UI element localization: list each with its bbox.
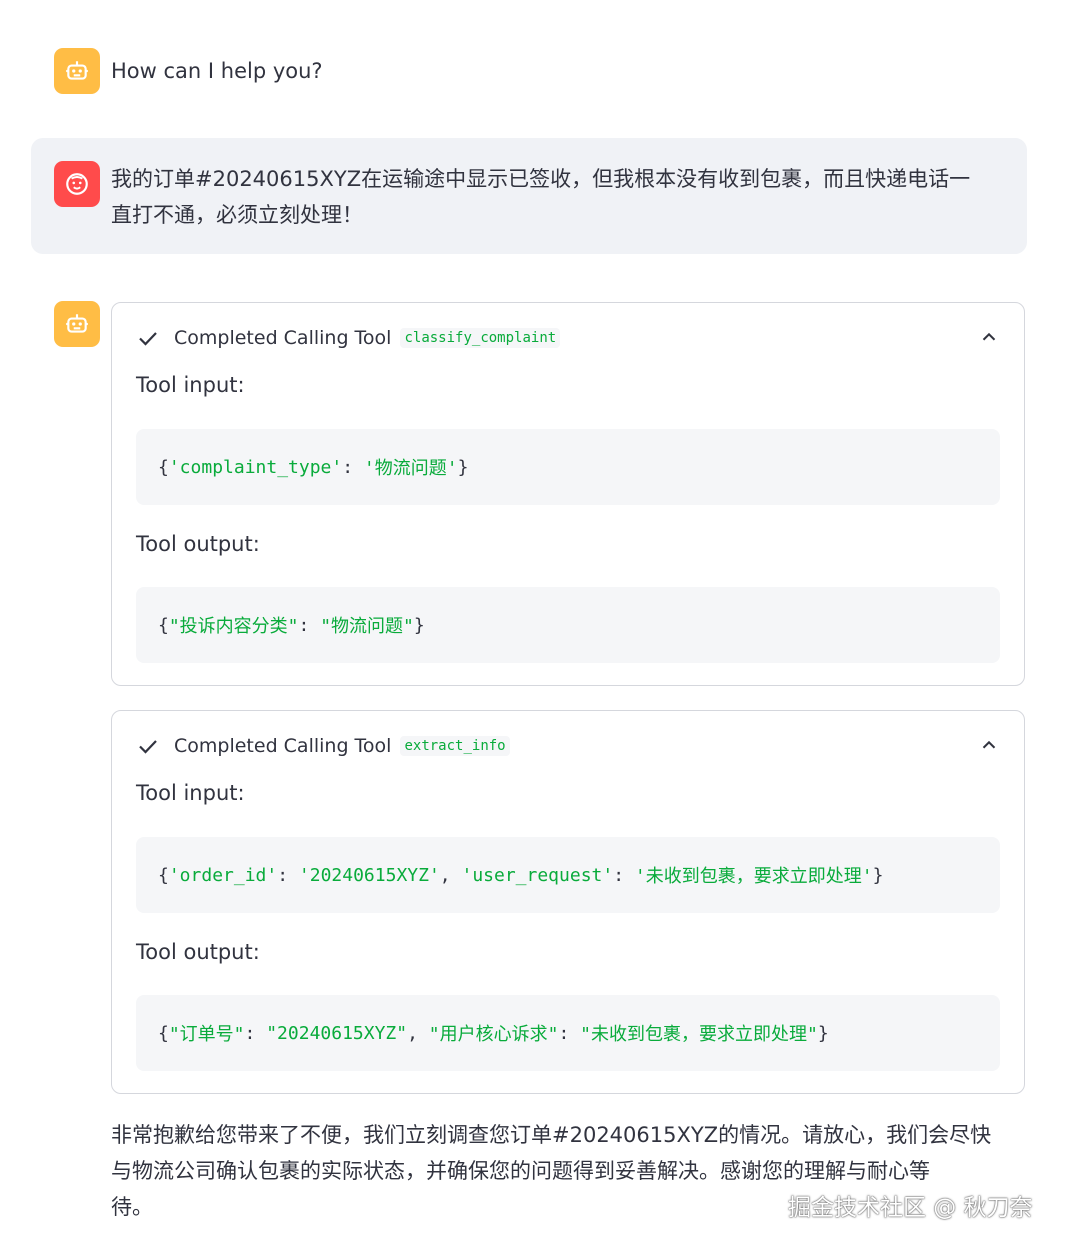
chevron-up-icon[interactable] [978, 734, 1000, 756]
tool-input-label: Tool input: [136, 781, 245, 805]
code-token: : [613, 864, 635, 886]
reply-line: 非常抱歉给您带来了不便，我们立刻调查您订单#20240615XYZ的情况。请放心… [111, 1123, 992, 1147]
code-token: : [277, 864, 299, 886]
tool-name: extract_info [400, 736, 510, 756]
check-icon [139, 332, 157, 346]
tool-output-code: {"投诉内容分类": "物流问题"} [136, 587, 1000, 663]
code-token: , [407, 1022, 429, 1044]
tool-output-label: Tool output: [136, 532, 260, 556]
code-value: '20240615XYZ' [298, 864, 440, 886]
tool-output-code: {"订单号": "20240615XYZ", "用户核心诉求": "未收到包裹，… [136, 995, 1000, 1071]
user-message-line: 直打不通，必须立刻处理！ [111, 203, 363, 227]
tool-card-classify-complaint: Completed Calling Tool classify_complain… [111, 302, 1025, 686]
user-message-text: 我的订单#20240615XYZ在运输途中显示已签收，但我根本没有收到包裹，而且… [111, 161, 1011, 233]
user-message-line: 我的订单#20240615XYZ在运输途中显示已签收，但我根本没有收到包裹，而且… [111, 167, 971, 191]
code-key: 'user_request' [461, 864, 614, 886]
code-token: : [298, 614, 321, 636]
tool-card-header[interactable]: Completed Calling Tool classify_complain… [136, 323, 1000, 353]
code-key: "投诉内容分类" [168, 616, 299, 637]
code-value: "20240615XYZ" [266, 1022, 408, 1044]
code-token: { [158, 1022, 169, 1044]
tool-input-code: {'complaint_type': '物流问题'} [136, 429, 1000, 505]
tool-output-label: Tool output: [136, 940, 260, 964]
tool-input-code: {'order_id': '20240615XYZ', 'user_reques… [136, 837, 1000, 913]
code-token: } [817, 1022, 829, 1044]
code-token: } [457, 456, 469, 478]
bot-icon [66, 314, 88, 333]
code-token: : [342, 456, 364, 478]
assistant-greeting: How can I help you? [111, 59, 323, 83]
code-value: "物流问题" [320, 616, 414, 637]
code-key: 'complaint_type' [168, 456, 343, 478]
code-value: '未收到包裹，要求立即处理' [634, 866, 873, 887]
tool-name: classify_complaint [400, 328, 561, 348]
code-token: } [872, 864, 884, 886]
code-key: 'order_id' [168, 864, 278, 886]
code-token: : [244, 1022, 267, 1044]
tool-status: Completed Calling Tool [174, 327, 392, 349]
tool-status: Completed Calling Tool [174, 735, 392, 757]
code-key: "订单号" [168, 1024, 245, 1045]
tool-input-label: Tool input: [136, 373, 245, 397]
code-key: "用户核心诉求" [428, 1024, 559, 1045]
reply-line: 与物流公司确认包裹的实际状态，并确保您的问题得到妥善解决。感谢您的理解与耐心等 [111, 1159, 930, 1183]
user-avatar [54, 161, 100, 207]
assistant-avatar [54, 48, 100, 94]
tool-card-header[interactable]: Completed Calling Tool extract_info [136, 731, 1000, 761]
code-token: { [158, 456, 169, 478]
code-value: "未收到包裹，要求立即处理" [580, 1024, 818, 1045]
code-token: { [158, 864, 169, 886]
check-icon [139, 740, 157, 754]
watermark: 掘金技术社区 @ 秋刀奈 [788, 1195, 1033, 1221]
code-token: { [158, 614, 169, 636]
chevron-up-icon[interactable] [978, 326, 1000, 348]
bot-icon [66, 61, 88, 80]
code-value: '物流问题' [363, 458, 458, 479]
code-token: , [439, 864, 462, 886]
code-token: : [558, 1022, 581, 1044]
user-face-icon [66, 173, 88, 195]
tool-card-extract-info: Completed Calling Tool extract_info Tool… [111, 710, 1025, 1094]
assistant-avatar [54, 301, 100, 347]
code-token: } [413, 614, 425, 636]
